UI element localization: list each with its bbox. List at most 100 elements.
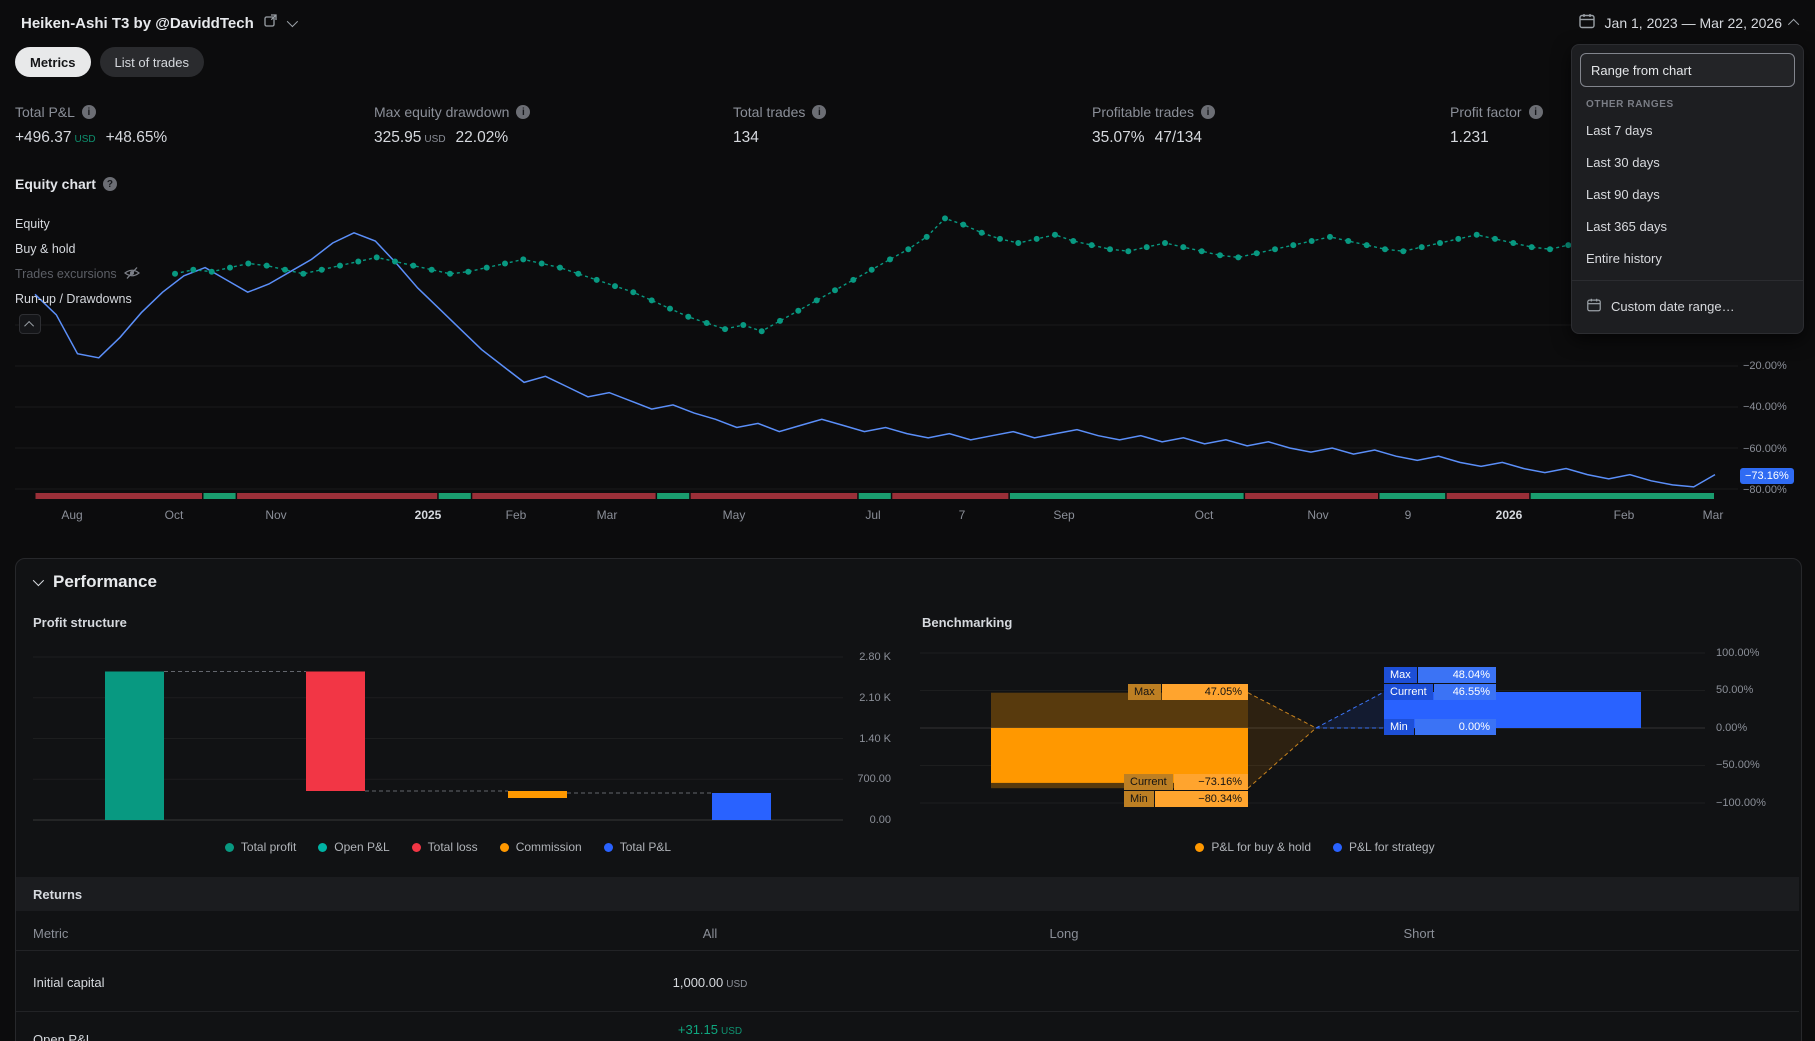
profit-y-label: 1.40 K [859,733,891,745]
legend-toggle-buy-hold[interactable]: Buy & hold [15,241,75,257]
metric-profitable-trades: Profitable trades i 35.07% 47/134 [1092,103,1215,149]
info-icon[interactable]: i [812,105,827,119]
menu-item-range-from-chart[interactable]: Range from chart [1580,53,1795,87]
chevron-down-icon [286,15,298,28]
strategy-min-badge: Min 0.00% [1384,719,1496,735]
benchmark-y-label: 0.00% [1716,722,1748,734]
strategy-max-badge: Max 48.04% [1384,667,1496,683]
legend-toggle-equity[interactable]: Equity [15,216,50,232]
date-range-button[interactable]: Jan 1, 2023 — Mar 22, 2026 [1578,12,1800,35]
menu-divider [1572,280,1803,281]
x-axis-label: Jul [865,508,881,522]
benchmarking-legend: P&L for buy & hold P&L for strategy [920,840,1710,854]
metric-value: +496.37 [15,129,72,146]
metric-total-pnl: Total P&L i +496.37 USD +48.65% [15,103,167,149]
column-header-all: All [702,926,718,941]
buyhold-min-badge: Min −80.34% [1124,791,1248,807]
equity-y-label: −40.00% [1743,401,1787,413]
equity-y-label: −60.00% [1743,443,1787,455]
legend-dot [411,842,421,852]
legend-item: P&L for strategy [1333,840,1435,854]
legend-item: Commission [499,840,582,854]
metric-extra: +48.65% [105,129,168,146]
equity-chart-title: Equity chart? [15,176,117,192]
metric-value: 325.95 [374,129,422,146]
menu-item-last-90-days[interactable]: Last 90 days [1572,178,1803,210]
tab-list-of-trades[interactable]: List of trades [99,47,204,77]
returns-section-header: Returns [16,877,1799,911]
legend-dot [318,842,328,852]
menu-item-last-7-days[interactable]: Last 7 days [1572,114,1803,146]
benchmarking-chart [920,652,1705,804]
metric-value: 134 [733,129,759,146]
equity-x-axis[interactable]: Aug Oct Nov 2025 Feb Mar May Jul 7 Sep Oct Nov 9 2026… [15,508,1738,526]
x-axis-label: Sep [1053,508,1075,522]
profit-y-label: 700.00 [857,773,891,785]
x-axis-label: Aug [61,508,83,522]
collapse-legend-button[interactable] [19,314,41,334]
legend-item: Total P&L [603,840,671,854]
legend-item: Total profit [224,840,296,854]
legend-item: Open P&L [318,840,390,854]
x-axis-label: 2026 [1495,508,1523,522]
tab-metrics[interactable]: Metrics [15,47,91,77]
metric-extra: 47/134 [1154,129,1202,146]
equity-chart[interactable] [15,205,1738,505]
x-axis-label: Feb [1613,508,1635,522]
table-cell-all: 1,000.00 USD [672,975,748,990]
legend-item: P&L for buy & hold [1195,840,1311,854]
column-header-short: Short [1403,926,1435,941]
legend-item: Total loss [411,840,478,854]
table-row-metric: Initial capital [33,975,105,990]
metric-max-drawdown: Max equity drawdown i 325.95 USD 22.02% [374,103,531,149]
metric-value: 35.07% [1092,129,1145,146]
benchmark-y-label: −50.00% [1716,759,1760,771]
profit-structure-legend: Total profit Open P&L Total loss Commission… [33,840,863,854]
profit-structure-title: Profit structure [33,615,127,630]
calendar-icon [1578,12,1596,35]
menu-item-last-30-days[interactable]: Last 30 days [1572,146,1803,178]
metric-extra: 22.02% [455,129,509,146]
x-axis-label: 9 [1404,508,1412,522]
benchmark-y-label: 50.00% [1716,684,1754,696]
equity-y-label: −20.00% [1743,360,1787,372]
buyhold-max-badge: Max 47.05% [1128,684,1248,700]
chevron-down-icon [32,574,45,587]
metric-label: Profitable trades [1092,104,1194,120]
performance-header[interactable]: Performance [32,570,157,594]
column-header-metric: Metric [33,926,69,941]
open-link-icon [263,13,278,33]
date-range-text: Jan 1, 2023 — Mar 22, 2026 [1604,15,1782,31]
help-icon[interactable]: ? [102,177,117,191]
legend-dot [1195,842,1205,852]
info-icon[interactable]: i [516,105,531,119]
calendar-icon [1586,297,1602,316]
chevron-up-icon [23,320,34,331]
legend-toggle-runup-drawdowns[interactable]: Run-up / Drawdowns [15,291,132,307]
info-icon[interactable]: i [81,105,96,119]
strategy-tester-panel: Heiken-Ashi T3 by @DaviddTech Jan 1, 202… [0,0,1815,1041]
menu-item-custom-date-range[interactable]: Custom date range… [1572,287,1803,325]
x-axis-label: Mar [1702,508,1724,522]
strategy-title-row[interactable]: Heiken-Ashi T3 by @DaviddTech [21,12,298,34]
metric-unit: USD [424,134,446,145]
strategy-current-badge: Current 46.55% [1384,684,1496,700]
info-icon[interactable]: i [1200,105,1215,119]
table-row-metric: Open P&L [33,1032,93,1041]
menu-item-last-365-days[interactable]: Last 365 days [1572,210,1803,242]
legend-dot [224,842,234,852]
view-tabs: Metrics List of trades [15,47,204,77]
legend-dot [499,842,509,852]
menu-item-entire-history[interactable]: Entire history [1572,242,1803,274]
legend-dot [603,842,613,852]
profit-structure-chart [33,656,843,821]
metric-profit-factor: Profit factor i 1.231 [1450,103,1543,149]
metric-total-trades: Total trades i 134 [733,103,827,149]
x-axis-label: Oct [1194,508,1214,522]
legend-toggle-trades-excursions[interactable]: Trades excursions [15,266,140,282]
x-axis-label: 2025 [414,508,442,522]
date-range-menu: Range from chart OTHER RANGES Last 7 day… [1571,44,1804,334]
info-icon[interactable]: i [1528,105,1543,119]
x-axis-label: Nov [1307,508,1329,522]
table-divider [16,1011,1799,1012]
